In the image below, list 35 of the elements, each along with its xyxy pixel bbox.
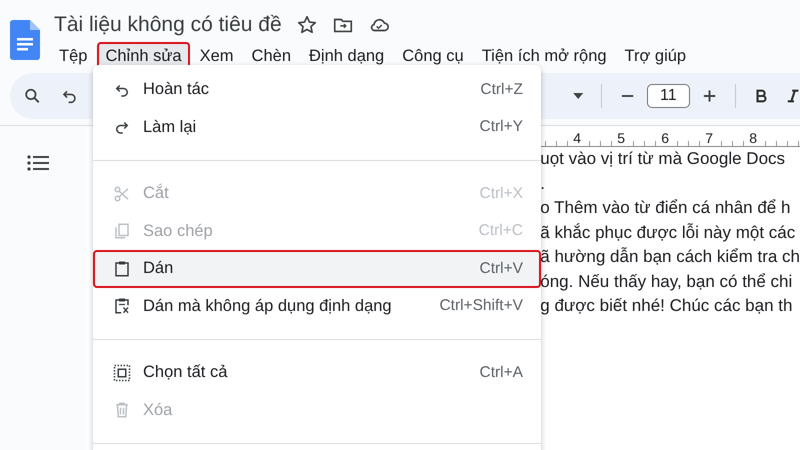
document-text-line: ã hường dẫn bạn cách kiểm tra ch [540,246,800,268]
menu-item[interactable]: Dán mà không áp dụng định dạng Ctrl+Shift+V [93,288,541,325]
search-icon[interactable] [23,86,42,106]
menu-bar-item[interactable]: Tệp [51,42,96,71]
document-text-line: g được biết nhé! Chúc các bạn th [540,295,794,317]
document-text-line: ã khắc phục được lỗi này một các [540,222,796,244]
italic-icon[interactable] [786,88,800,104]
menu-item[interactable]: Làm lại Ctrl+Y [93,108,541,146]
ruler-number: 8 [749,130,758,146]
ruler-number: 7 [705,130,714,146]
clipboard-icon [113,297,131,316]
menu-item[interactable]: Hoàn tác Ctrl+Z [93,71,541,108]
menu-item[interactable]: Chọn tất cả Ctrl+A [93,354,541,392]
ruler-number: 4 [573,130,582,146]
star-icon[interactable] [296,14,318,36]
document-text-line: . [540,172,546,194]
ruler-number: 5 [617,130,626,146]
bold-icon[interactable] [754,88,768,104]
plus-icon[interactable] [702,88,717,104]
ruler-number: 6 [661,130,670,146]
document-text-line: óng. Nếu thấy hay, bạn có thể chi [540,270,794,292]
caret-icon[interactable] [572,93,583,99]
menu-bar-item[interactable]: Trợ giúp [616,42,694,71]
scissors-icon [113,184,131,203]
trash-icon [113,401,131,420]
outline-icon[interactable] [26,154,51,172]
copy-icon [113,222,131,240]
document-text-line: uọt vào vị trí từ mà Google Docs [540,148,786,170]
document-text-line: o Thêm vào từ điển cá nhân để h [540,197,792,219]
document-logo-icon[interactable] [10,20,40,60]
font-size-field[interactable]: 11 [647,84,690,108]
clipboard-icon [113,260,131,278]
menu-item[interactable]: Dán Ctrl+V [93,250,541,288]
document-title[interactable]: Tài liệu không có tiêu đề [54,13,282,37]
select-all-icon [113,364,131,382]
